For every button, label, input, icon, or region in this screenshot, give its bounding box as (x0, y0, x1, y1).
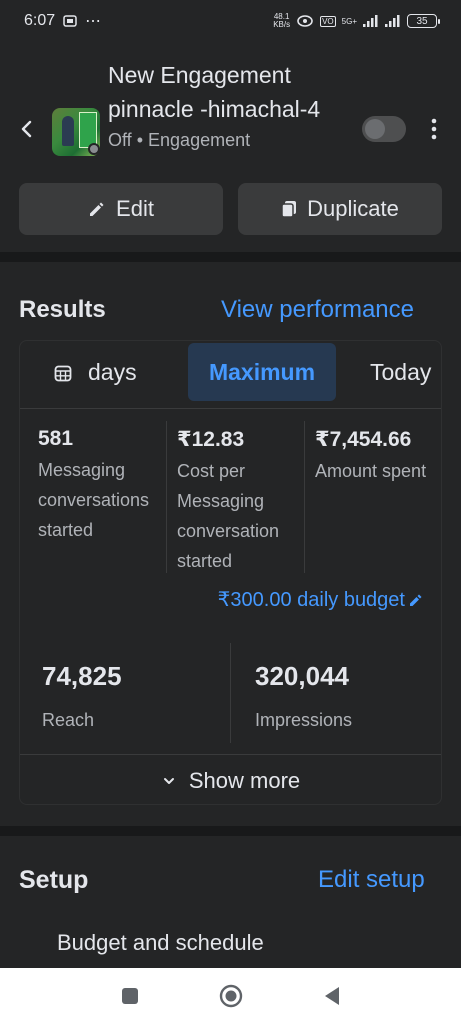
view-performance-link[interactable]: View performance (221, 296, 414, 324)
metric-label: Cost per Messaging conversation started (177, 461, 280, 571)
more-options-icon[interactable] (428, 118, 440, 140)
campaign-name: pinnacle -himachal-4 (108, 96, 321, 122)
show-more-label: Show more (188, 768, 301, 793)
impressions-value: 320,044 (255, 661, 349, 691)
metric-label: Amount spent (315, 461, 427, 481)
tab-days[interactable]: days (54, 359, 137, 386)
section-divider (0, 826, 461, 836)
metric-value: ₹12.83 (177, 428, 245, 451)
campaign-status: Off (108, 130, 132, 150)
edit-label: Edit (116, 196, 154, 221)
show-more-button[interactable]: Show more (20, 755, 441, 804)
chevron-down-icon (163, 778, 174, 784)
calendar-icon (54, 365, 72, 381)
tab-maximum-label: Maximum (208, 358, 316, 385)
back-icon[interactable] (323, 986, 341, 1006)
metric-reach: 74,825 Reach (42, 643, 232, 743)
system-nav-bar (0, 968, 461, 1024)
section-divider (0, 252, 461, 262)
toggle-knob (365, 119, 385, 139)
results-heading: Results (19, 296, 106, 323)
campaign-objective: Engagement (148, 130, 251, 150)
campaign-status-line: Off • Engagement (108, 130, 250, 151)
results-card: days Maximum Today 581 Messaging convers… (19, 340, 442, 805)
back-arrow-icon[interactable] (16, 118, 38, 140)
status-separator: • (136, 130, 144, 150)
reach-value: 74,825 (42, 661, 122, 691)
metric-conversations: 581 Messaging conversations started (20, 421, 166, 573)
campaign-toggle[interactable] (362, 116, 406, 142)
edit-setup-link[interactable]: Edit setup (318, 866, 425, 894)
budget-schedule-item[interactable]: Budget and schedule (57, 930, 264, 956)
impressions-label: Impressions (255, 710, 353, 730)
action-buttons: Edit Duplicate (19, 183, 442, 235)
daily-budget-link[interactable]: ₹300.00 daily budget (218, 587, 423, 612)
campaign-title: New Engagement (108, 62, 291, 88)
tab-today-label: Today (370, 359, 432, 385)
metric-amount-spent: ₹7,454.66 Amount spent (304, 421, 441, 573)
metric-impressions: 320,044 Impressions (230, 643, 441, 743)
home-icon[interactable] (219, 984, 243, 1008)
metric-label: Messaging conversations started (38, 460, 150, 540)
tab-today[interactable]: Today (370, 359, 431, 386)
campaign-header: New Engagement pinnacle -himachal-4 Off … (0, 0, 461, 180)
duplicate-icon (281, 201, 297, 218)
duplicate-button[interactable]: Duplicate (238, 183, 442, 235)
metric-value: ₹7,454.66 (315, 428, 412, 451)
metric-value: 581 (38, 427, 74, 450)
tab-days-label: days (88, 359, 137, 385)
secondary-metrics: 74,825 Reach 320,044 Impressions (20, 643, 441, 755)
pencil-icon (410, 594, 422, 606)
daily-budget-text: ₹300.00 daily budget (217, 589, 405, 611)
date-range-tabs: days Maximum Today (20, 341, 441, 409)
tab-maximum[interactable]: Maximum (188, 343, 336, 401)
duplicate-label: Duplicate (307, 196, 399, 221)
recents-icon[interactable] (121, 987, 139, 1005)
reach-label: Reach (42, 710, 95, 730)
pencil-icon (90, 202, 104, 216)
primary-metrics: 581 Messaging conversations started ₹12.… (20, 421, 441, 573)
setup-heading: Setup (19, 866, 89, 894)
metric-cost-per-conversation: ₹12.83 Cost per Messaging conversation s… (166, 421, 304, 573)
edit-button[interactable]: Edit (19, 183, 223, 235)
status-dot (88, 143, 100, 155)
